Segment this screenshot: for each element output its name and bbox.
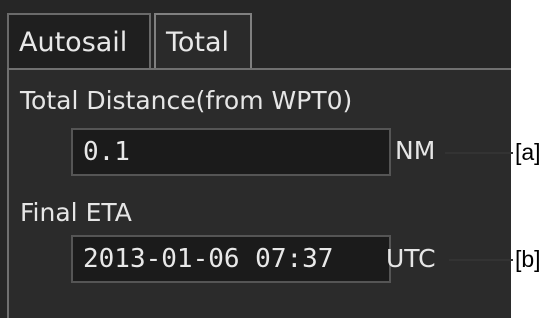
- final-eta-field: 2013-01-06 07:37: [71, 235, 391, 283]
- route-info-panel: Autosail Total Total Distance(from WPT0)…: [0, 0, 511, 318]
- callout-a-label: [a]: [515, 139, 541, 165]
- total-distance-unit: NM: [395, 136, 436, 165]
- callout-b-label: [b]: [515, 246, 541, 272]
- final-eta-unit: UTC: [386, 244, 436, 273]
- callout-b-leader: [449, 259, 513, 261]
- final-eta-label: Final ETA: [20, 198, 132, 227]
- total-distance-field: 0.1: [71, 128, 391, 176]
- tab-content-total: Total Distance(from WPT0) 0.1 NM Final E…: [7, 68, 511, 318]
- tab-total[interactable]: Total: [154, 13, 252, 69]
- callout-a-leader: [445, 152, 513, 154]
- total-distance-label: Total Distance(from WPT0): [20, 86, 353, 115]
- tab-autosail[interactable]: Autosail: [7, 13, 151, 69]
